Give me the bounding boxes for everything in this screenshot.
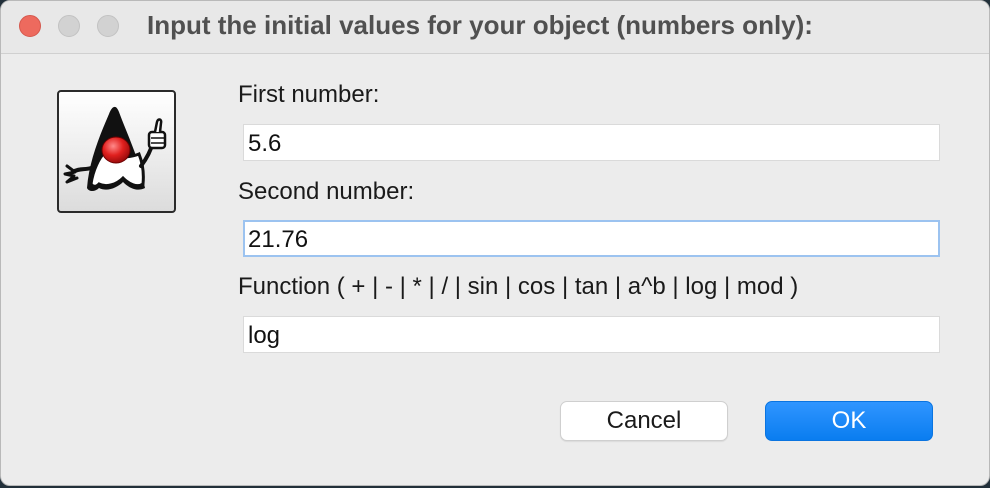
zoom-window-button[interactable] xyxy=(97,15,119,37)
title-bar: Input the initial values for your object… xyxy=(1,1,989,54)
java-duke-icon-graphic xyxy=(63,106,167,191)
ok-button[interactable]: OK xyxy=(765,401,933,441)
dialog-title: Input the initial values for your object… xyxy=(147,10,813,40)
minimize-window-button[interactable] xyxy=(58,15,80,37)
cancel-button[interactable]: Cancel xyxy=(560,401,728,441)
close-window-button[interactable] xyxy=(19,15,41,37)
first-number-label: First number: xyxy=(238,81,380,108)
second-number-input[interactable] xyxy=(243,220,940,257)
java-duke-icon xyxy=(57,90,176,213)
function-label: Function ( + | - | * | / | sin | cos | t… xyxy=(238,273,799,300)
function-input[interactable] xyxy=(243,316,940,353)
second-number-label: Second number: xyxy=(238,178,415,205)
input-dialog-window: Input the initial values for your object… xyxy=(0,0,990,486)
first-number-input[interactable] xyxy=(243,124,940,161)
